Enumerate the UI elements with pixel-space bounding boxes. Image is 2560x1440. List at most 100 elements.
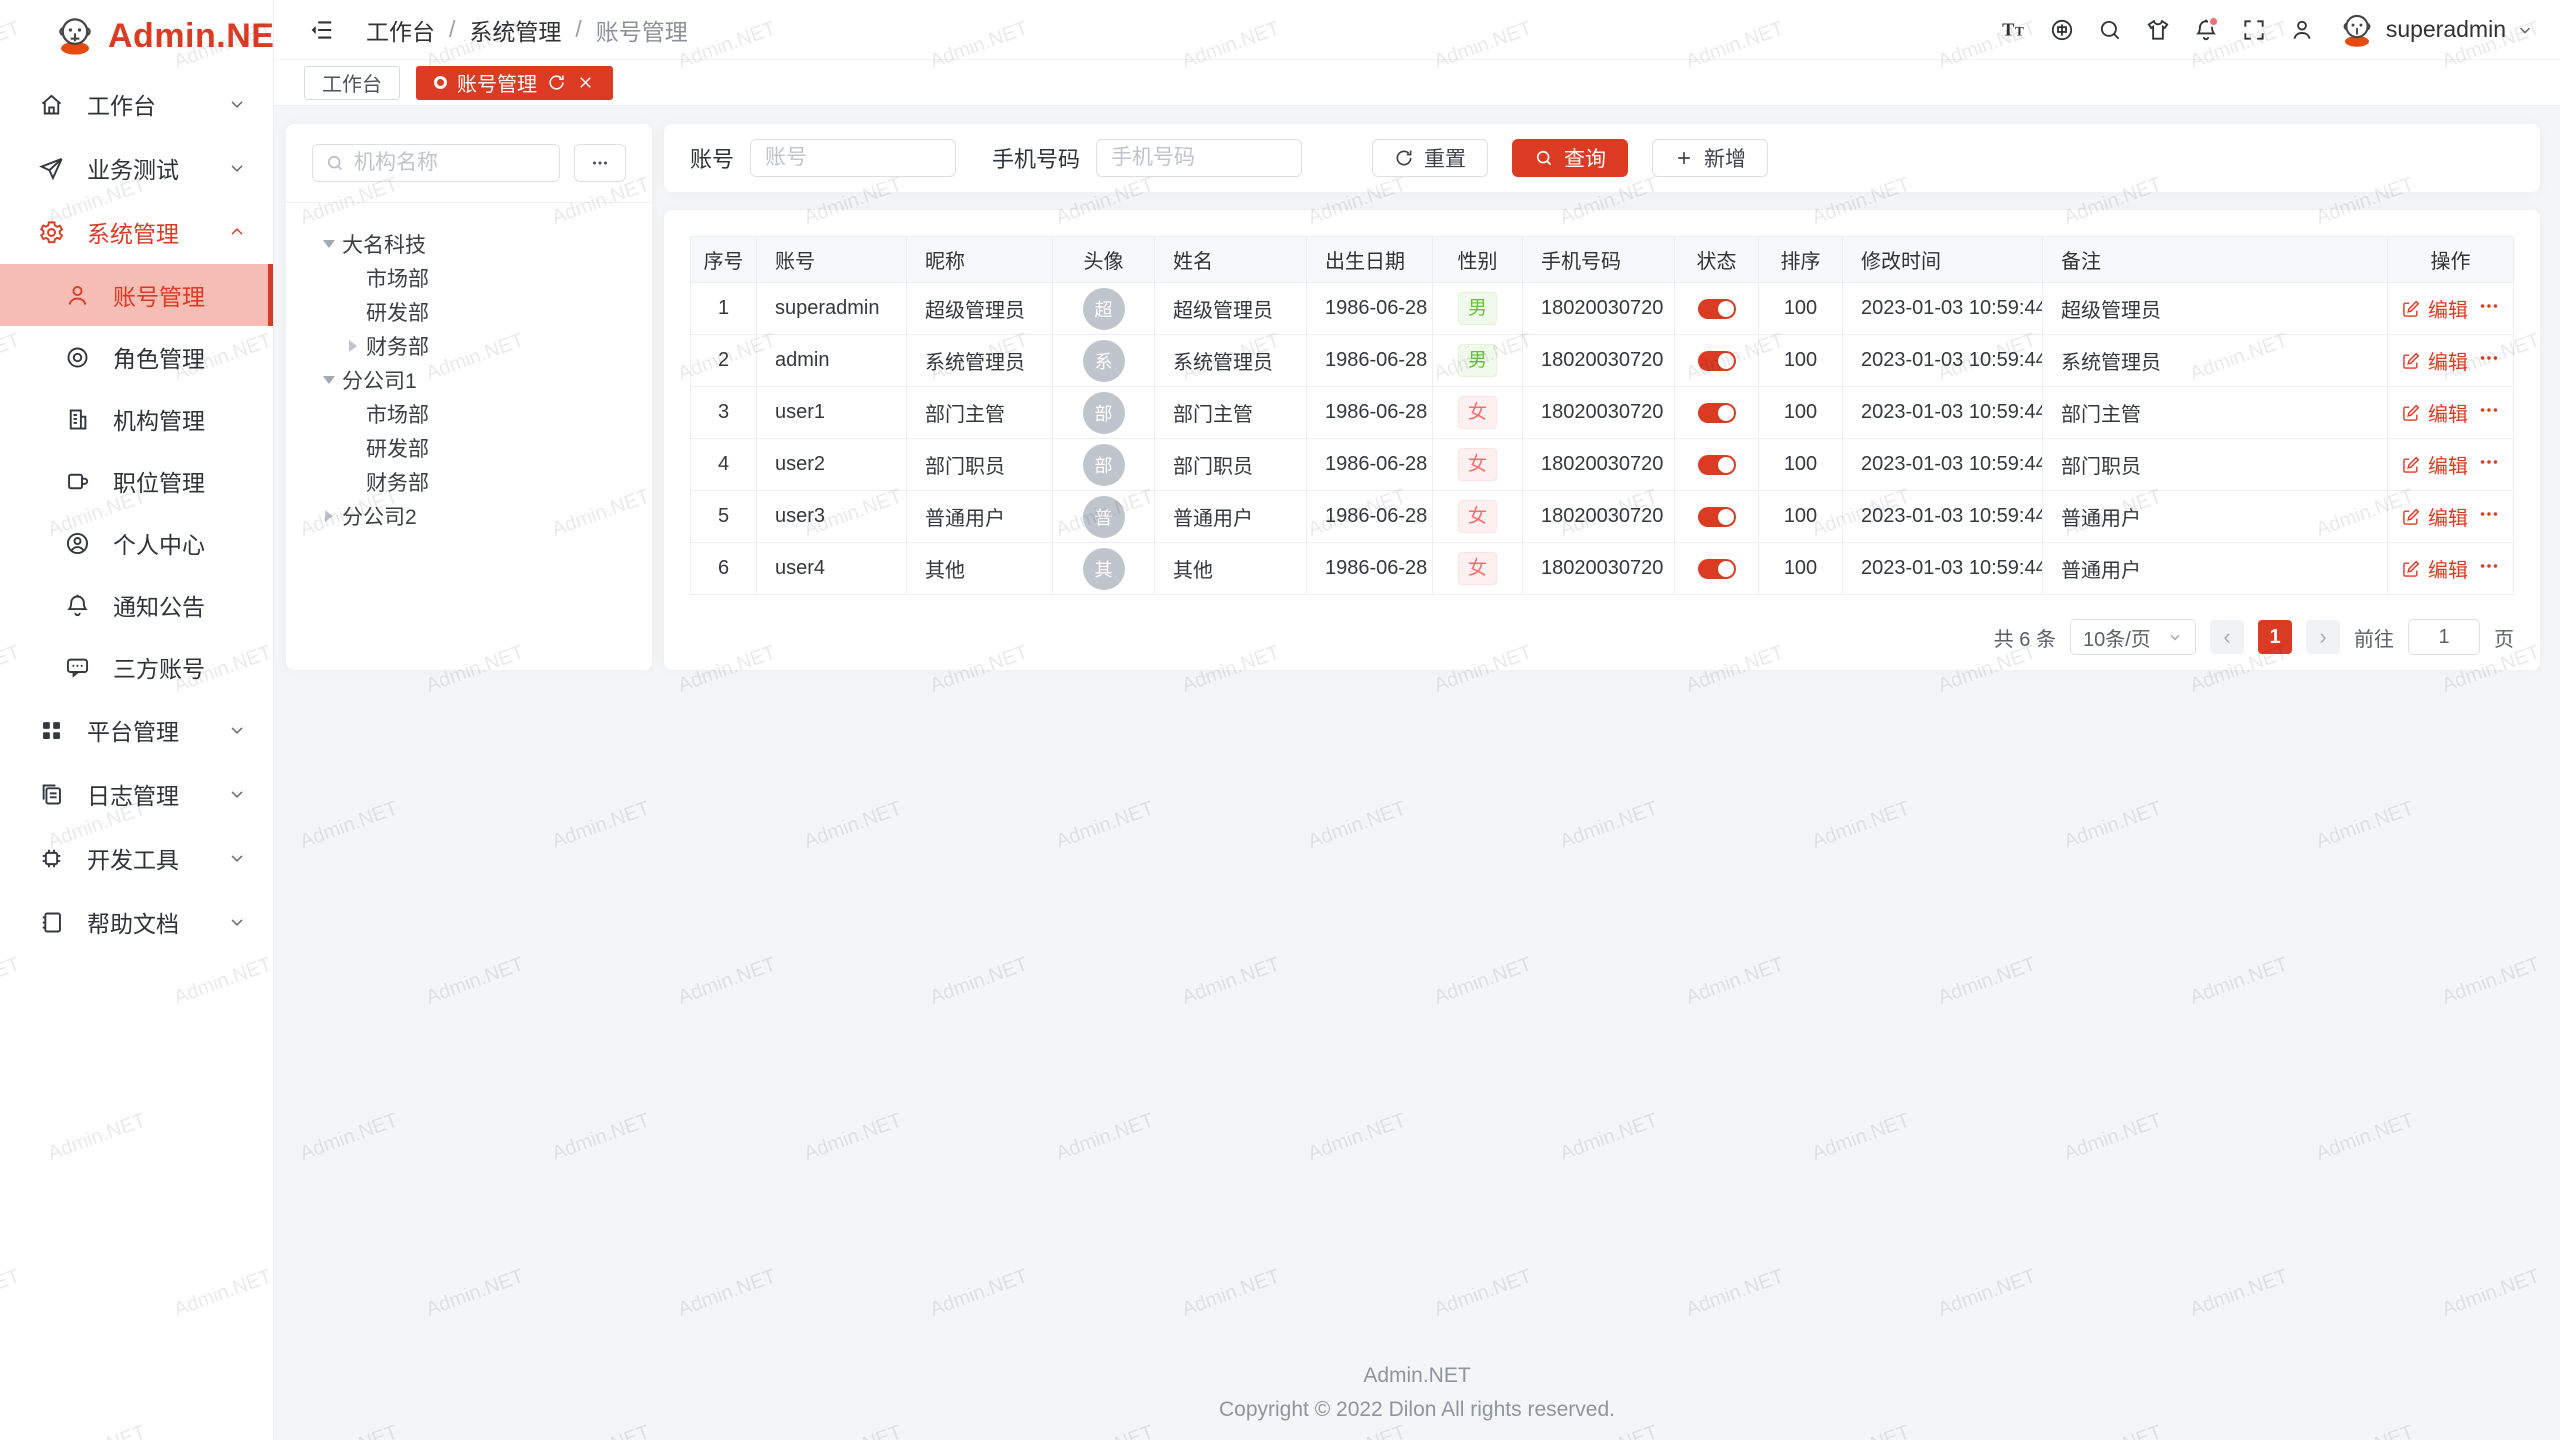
svg-text:T: T	[2002, 19, 2014, 39]
sidebar-item-position-management[interactable]: 职位管理	[0, 450, 273, 512]
page-size-select[interactable]: 10条/页	[2070, 619, 2196, 655]
tree-node[interactable]: 分公司2	[312, 499, 626, 533]
org-search-input[interactable]	[354, 151, 547, 175]
account-filter-input[interactable]	[750, 139, 956, 177]
status-toggle[interactable]	[1698, 351, 1736, 371]
sidebar-item-role-management[interactable]: 角色管理	[0, 326, 273, 388]
status-toggle[interactable]	[1698, 507, 1736, 527]
avatar: 部	[1083, 444, 1125, 486]
caret-right-icon[interactable]	[325, 510, 333, 522]
tab-workbench[interactable]: 工作台	[304, 66, 400, 100]
status-toggle[interactable]	[1698, 299, 1736, 319]
caret-down-icon[interactable]	[323, 376, 335, 384]
cell-gender: 女	[1433, 543, 1523, 595]
sidebar-item-notice-announcement[interactable]: 通知公告	[0, 574, 273, 636]
tree-caret	[340, 340, 366, 352]
tree-node[interactable]: 大名科技	[312, 227, 626, 261]
edit-button[interactable]: 编辑	[2401, 294, 2468, 323]
tree-node[interactable]: 分公司1	[312, 363, 626, 397]
caret-right-icon[interactable]	[349, 340, 357, 352]
cell-order: 100	[1759, 283, 1843, 335]
cell-phone: 18020030720	[1523, 387, 1675, 439]
edit-button[interactable]: 编辑	[2401, 554, 2468, 583]
language-icon[interactable]	[2042, 10, 2082, 50]
notification-icon[interactable]	[2186, 10, 2226, 50]
status-toggle[interactable]	[1698, 455, 1736, 475]
add-button[interactable]: 新增	[1652, 139, 1768, 177]
edit-button[interactable]: 编辑	[2401, 346, 2468, 375]
query-button[interactable]: 查询	[1512, 139, 1628, 177]
page-1-button[interactable]: 1	[2258, 620, 2292, 654]
sidebar-item-help-docs[interactable]: 帮助文档	[0, 890, 273, 954]
edit-button[interactable]: 编辑	[2401, 502, 2468, 531]
row-more-button[interactable]	[2478, 451, 2500, 479]
sidebar-item-third-party-account[interactable]: 三方账号	[0, 636, 273, 698]
row-more-button[interactable]	[2478, 347, 2500, 375]
breadcrumb-item[interactable]: 工作台	[366, 13, 435, 47]
prev-page-button[interactable]: ‹	[2210, 620, 2244, 654]
tab-account-management[interactable]: 账号管理	[416, 66, 613, 100]
breadcrumb-item[interactable]: 系统管理	[469, 13, 561, 47]
tree-node-label: 分公司2	[342, 501, 417, 531]
search-icon[interactable]	[2090, 10, 2130, 50]
sidebar-item-log-management[interactable]: 日志管理	[0, 762, 273, 826]
cell-phone: 18020030720	[1523, 439, 1675, 491]
fullscreen-icon[interactable]	[2234, 10, 2274, 50]
chevron-up-icon	[227, 222, 247, 242]
tree-node[interactable]: 财务部	[312, 465, 626, 499]
refresh-icon[interactable]	[547, 73, 566, 92]
tree-node[interactable]: 研发部	[312, 431, 626, 465]
sidebar-item-platform-management[interactable]: 平台管理	[0, 698, 273, 762]
profile-icon[interactable]	[2282, 10, 2322, 50]
column-header-status: 状态	[1675, 237, 1759, 283]
cell-status	[1675, 283, 1759, 335]
sidebar-item-account-management[interactable]: 账号管理	[0, 264, 273, 326]
sidebar-item-business-test[interactable]: 业务测试	[0, 136, 273, 200]
cell-nickname: 部门职员	[907, 439, 1053, 491]
org-search-row	[312, 144, 626, 182]
more-icon	[2478, 295, 2500, 317]
caret-down-icon[interactable]	[323, 240, 335, 248]
sidebar-item-personal-center[interactable]: 个人中心	[0, 512, 273, 574]
tree-node[interactable]: 研发部	[312, 295, 626, 329]
edit-button[interactable]: 编辑	[2401, 398, 2468, 427]
chat-icon	[64, 654, 91, 681]
accounts-table-panel: 序号账号昵称头像姓名出生日期性别手机号码状态排序修改时间备注操作 1supera…	[664, 210, 2540, 670]
row-more-button[interactable]	[2478, 503, 2500, 531]
tree-node[interactable]: 市场部	[312, 261, 626, 295]
row-more-button[interactable]	[2478, 555, 2500, 583]
cell-name: 普通用户	[1155, 491, 1307, 543]
cell-status	[1675, 387, 1759, 439]
sidebar-item-workbench[interactable]: 工作台	[0, 72, 273, 136]
table-header-row: 序号账号昵称头像姓名出生日期性别手机号码状态排序修改时间备注操作	[691, 237, 2514, 283]
phone-filter-input[interactable]	[1096, 139, 1302, 177]
goto-page-input[interactable]	[2408, 619, 2480, 655]
cell-order: 100	[1759, 543, 1843, 595]
sidebar: Admin.NET 工作台业务测试系统管理账号管理角色管理机构管理职位管理个人中…	[0, 0, 274, 1440]
sidebar-item-dev-tools[interactable]: 开发工具	[0, 826, 273, 890]
column-header-avatar: 头像	[1053, 237, 1155, 283]
edit-button[interactable]: 编辑	[2401, 450, 2468, 479]
breadcrumb-separator: /	[575, 16, 581, 43]
font-size-icon[interactable]: TT	[1994, 10, 2034, 50]
column-header-phone: 手机号码	[1523, 237, 1675, 283]
user-menu[interactable]: superadmin	[2338, 11, 2534, 49]
pagination: 共 6 条 10条/页 ‹ 1 › 前往 页	[690, 609, 2514, 665]
theme-icon[interactable]	[2138, 10, 2178, 50]
status-toggle[interactable]	[1698, 559, 1736, 579]
tree-node[interactable]: 市场部	[312, 397, 626, 431]
org-more-button[interactable]	[574, 144, 626, 182]
sidebar-item-org-management[interactable]: 机构管理	[0, 388, 273, 450]
gender-badge: 男	[1458, 344, 1497, 377]
row-more-button[interactable]	[2478, 295, 2500, 323]
edit-label: 编辑	[2428, 502, 2468, 531]
status-toggle[interactable]	[1698, 403, 1736, 423]
close-icon[interactable]	[576, 73, 595, 92]
tree-node[interactable]: 财务部	[312, 329, 626, 363]
next-page-button[interactable]: ›	[2306, 620, 2340, 654]
row-more-button[interactable]	[2478, 399, 2500, 427]
reset-button[interactable]: 重置	[1372, 139, 1488, 177]
sidebar-item-system-management[interactable]: 系统管理	[0, 200, 273, 264]
person-circle-icon	[64, 530, 91, 557]
menu-fold-icon[interactable]	[302, 10, 342, 50]
